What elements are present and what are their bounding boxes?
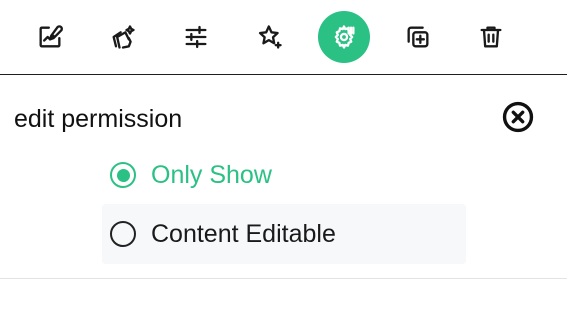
edit-image-icon	[39, 25, 63, 48]
settings-button[interactable]	[318, 11, 370, 63]
panel-title: edit permission	[14, 105, 183, 133]
duplicate-button[interactable]	[392, 11, 444, 63]
duplicate-icon	[407, 26, 429, 48]
delete-button[interactable]	[465, 11, 517, 63]
adjust-button[interactable]	[170, 11, 222, 63]
magic-layers-button[interactable]	[97, 11, 149, 63]
gear-settings-icon	[334, 25, 355, 49]
star-sparkle-icon	[258, 25, 282, 49]
option-content-editable[interactable]: Content Editable	[102, 204, 466, 264]
sliders-icon	[185, 25, 207, 49]
radio-content-editable[interactable]	[110, 221, 136, 247]
close-circle-icon	[502, 101, 534, 133]
option-label-content-editable: Content Editable	[151, 220, 336, 248]
radio-only-show[interactable]	[110, 162, 136, 188]
radio-selected-dot	[116, 168, 130, 182]
toolbar	[0, 0, 567, 75]
option-only-show[interactable]: Only Show	[102, 145, 466, 205]
edit-image-button[interactable]	[24, 11, 76, 63]
trash-icon	[480, 26, 502, 48]
option-label-only-show: Only Show	[151, 161, 272, 189]
favorite-button[interactable]	[244, 11, 296, 63]
close-button[interactable]	[501, 100, 535, 134]
magic-layers-icon	[112, 25, 135, 49]
divider	[0, 278, 567, 279]
